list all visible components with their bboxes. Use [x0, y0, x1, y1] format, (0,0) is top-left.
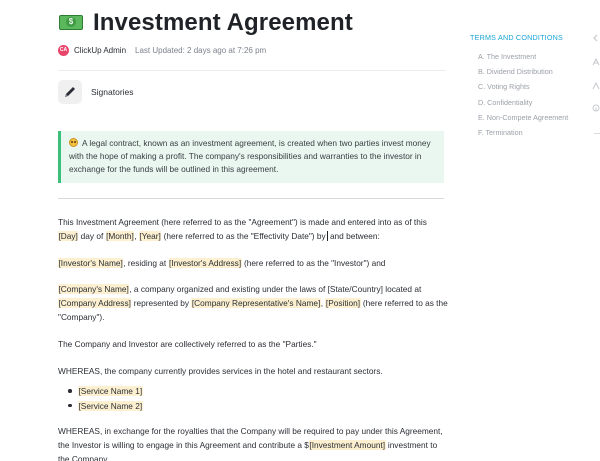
- placeholder-day[interactable]: [Day]: [58, 230, 79, 241]
- parties-paragraph[interactable]: The Company and Investor are collectivel…: [58, 338, 448, 352]
- grinning-face-icon: [69, 138, 78, 147]
- avatar[interactable]: CA: [58, 45, 69, 56]
- page-title[interactable]: Investment Agreement: [93, 9, 353, 37]
- list-item[interactable]: [Service Name 2]: [68, 399, 448, 414]
- company-text-1: , a company organized and existing under…: [129, 284, 422, 295]
- investor-text-1: , residing at: [123, 257, 169, 268]
- header-divider: [58, 70, 446, 71]
- services-list: [Service Name 1] [Service Name 2]: [68, 384, 448, 414]
- toc-item-termination[interactable]: F. Termination: [470, 125, 580, 140]
- doc-meta: CA ClickUp Admin Last Updated: 2 days ag…: [58, 45, 266, 56]
- investor-text-2: (here referred to as the "Investor") and: [241, 257, 386, 268]
- placeholder-company-rep[interactable]: [Company Representative's Name]: [191, 298, 321, 309]
- last-updated: Last Updated: 2 days ago at 7:26 pm: [135, 46, 267, 55]
- pen-icon-svg: [65, 87, 75, 97]
- intro-text-4: (here referred to as the "Effectivity Da…: [161, 230, 326, 241]
- money-coin-shape: $: [66, 17, 76, 27]
- placeholder-investor-address[interactable]: [Investor's Address]: [168, 257, 242, 268]
- section-divider: [58, 198, 444, 199]
- collapse-icon[interactable]: [592, 34, 600, 42]
- intro-text-2: day of: [78, 230, 106, 241]
- toc-item-non-compete[interactable]: E. Non-Compete Agreement: [470, 110, 580, 125]
- toc-item-confidentiality[interactable]: D. Confidentiality: [470, 95, 580, 110]
- font-size-icon[interactable]: [592, 58, 600, 66]
- list-item[interactable]: [Service Name 1]: [68, 384, 448, 399]
- toc-item-voting[interactable]: C. Voting Rights: [470, 79, 580, 94]
- right-edge-toolbar: [588, 0, 600, 461]
- agreement-body[interactable]: This Investment Agreement (here referred…: [58, 216, 448, 461]
- placeholder-company-name[interactable]: [Company's Name]: [58, 284, 130, 295]
- intro-text-5: and between:: [327, 230, 380, 241]
- font-style-icon[interactable]: [592, 82, 600, 90]
- intro-paragraph[interactable]: This Investment Agreement (here referred…: [58, 216, 448, 244]
- placeholder-position[interactable]: [Position]: [325, 298, 361, 309]
- placeholder-year[interactable]: [Year]: [138, 230, 162, 241]
- placeholder-month[interactable]: [Month]: [105, 230, 135, 241]
- placeholder-service-2[interactable]: [Service Name 2]: [78, 400, 143, 411]
- title-row: $ Investment Agreement: [58, 9, 353, 37]
- toc-item-investment[interactable]: A. The Investment: [470, 49, 580, 64]
- toc-heading[interactable]: TERMS AND CONDITIONS: [470, 33, 580, 42]
- table-of-contents: TERMS AND CONDITIONS A. The Investment B…: [470, 33, 580, 140]
- placeholder-investment-amount[interactable]: [Investment Amount]: [308, 440, 386, 451]
- company-text-2: represented by: [131, 298, 192, 309]
- placeholder-company-address[interactable]: [Company Address]: [58, 298, 132, 309]
- whereas-investment-paragraph[interactable]: WHEREAS, in exchange for the royalties t…: [58, 425, 448, 461]
- toc-item-dividend[interactable]: B. Dividend Distribution: [470, 64, 580, 79]
- intro-text-1: This Investment Agreement (here referred…: [58, 217, 427, 227]
- placeholder-service-1[interactable]: [Service Name 1]: [78, 386, 143, 397]
- info-callout: A legal contract, known as an investment…: [58, 131, 444, 183]
- signatories-block[interactable]: Signatories: [58, 80, 134, 104]
- pen-icon: [58, 80, 82, 104]
- investor-paragraph[interactable]: [Investor's Name], residing at [Investor…: [58, 257, 448, 271]
- placeholder-investor-name[interactable]: [Investor's Name]: [58, 257, 124, 268]
- whereas-services-paragraph[interactable]: WHEREAS, the company currently provides …: [58, 365, 448, 379]
- callout-text: A legal contract, known as an investment…: [69, 138, 431, 174]
- edge-divider: [594, 133, 600, 134]
- author-name[interactable]: ClickUp Admin: [74, 46, 126, 55]
- info-icon[interactable]: [592, 104, 600, 112]
- money-icon: $: [58, 12, 84, 34]
- company-paragraph[interactable]: [Company's Name], a company organized an…: [58, 283, 448, 324]
- signatories-label: Signatories: [91, 87, 134, 97]
